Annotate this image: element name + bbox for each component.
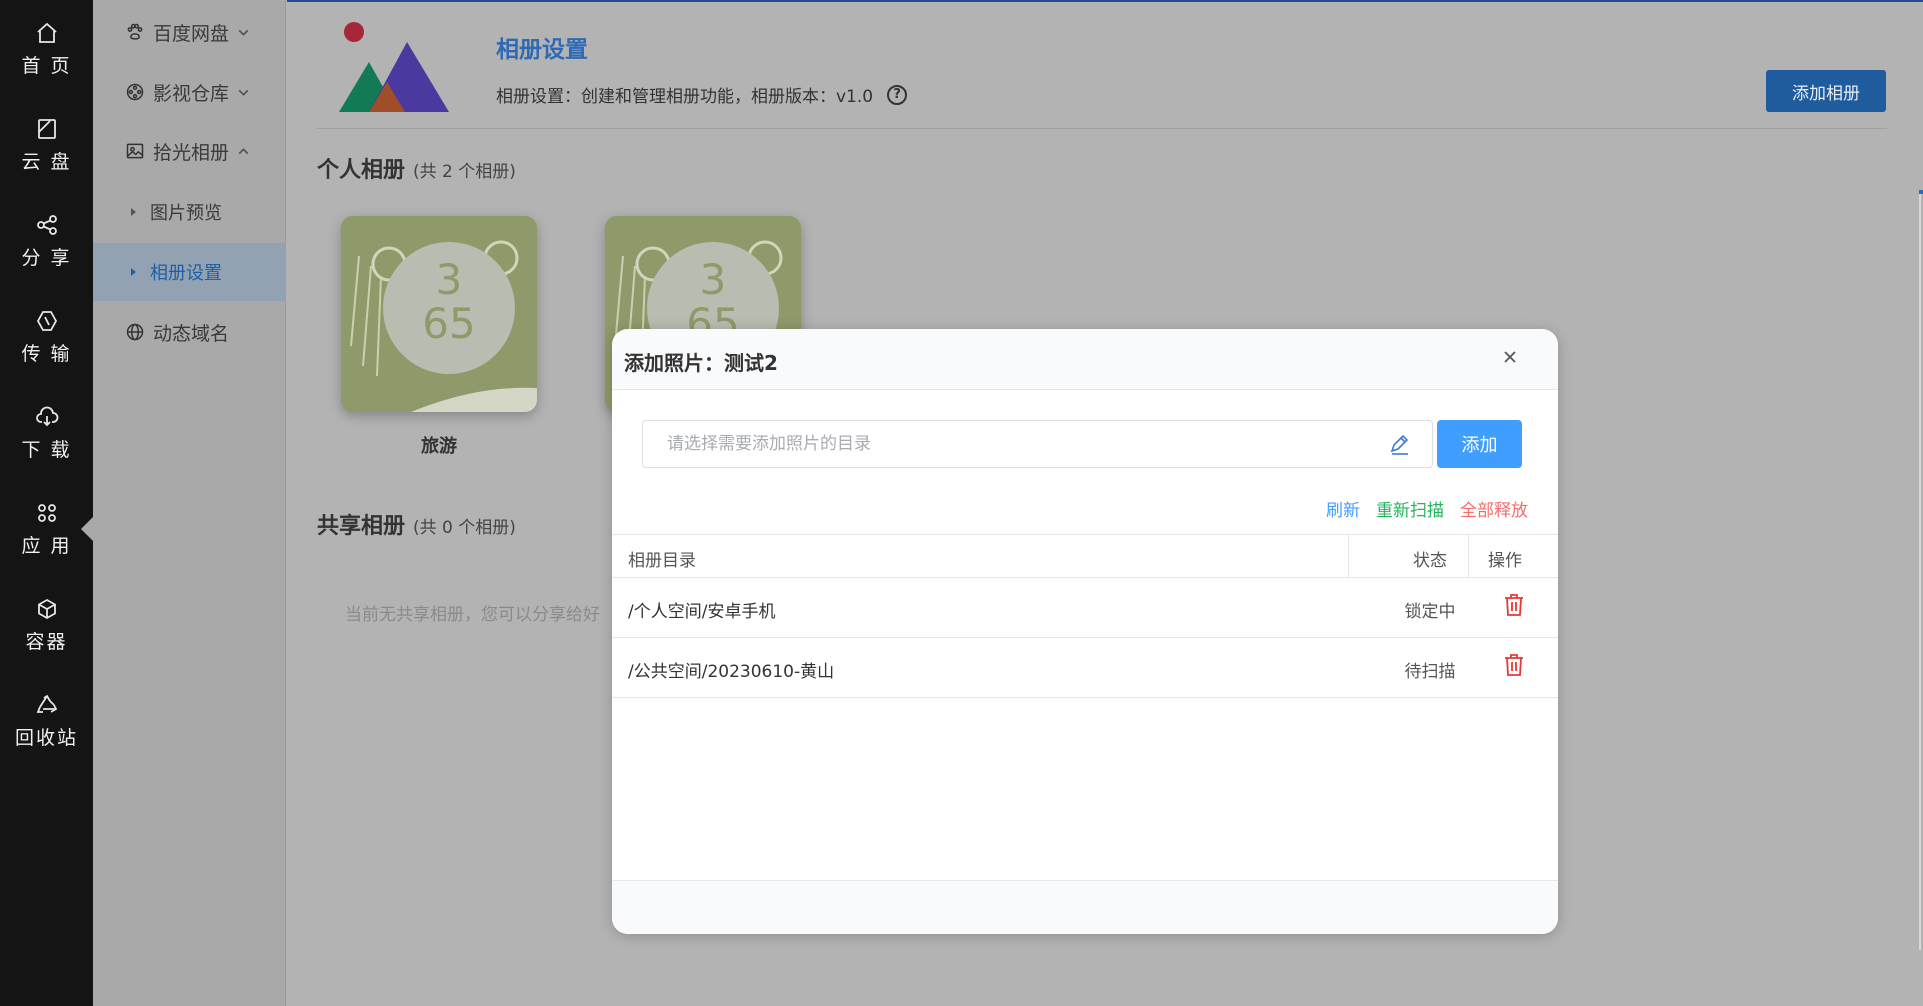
app-window: 首 页 云 盘 分 享 传 输 下 载 应 用 容器 回收站 百度网盘 影视仓库… xyxy=(0,0,1923,1006)
release-all-link[interactable]: 全部释放 xyxy=(1460,496,1528,521)
rescan-link[interactable]: 重新扫描 xyxy=(1376,496,1444,521)
sidebar-item-label: 拾光相册 xyxy=(153,141,230,164)
rail-label: 云 盘 xyxy=(21,150,72,173)
rail-label: 应 用 xyxy=(21,534,72,557)
chevron-down-icon xyxy=(237,25,251,39)
share-icon xyxy=(35,213,59,237)
add-photos-dialog: 添加照片：测试2 添加 刷新 重新扫描 全部释放 相册目录 状态 操作 /个人空… xyxy=(612,329,1558,934)
chevron-down-icon xyxy=(237,85,251,99)
directory-input[interactable] xyxy=(642,420,1433,468)
home-icon xyxy=(35,21,59,45)
row-divider xyxy=(612,637,1558,638)
film-reel-icon xyxy=(125,81,147,103)
top-accent-line xyxy=(287,0,1923,2)
column-header-op: 操作 xyxy=(1488,551,1522,571)
caret-right-icon xyxy=(131,268,136,276)
scrollbar[interactable] xyxy=(1919,190,1923,950)
row-divider xyxy=(612,697,1558,698)
cloud-disk-icon xyxy=(35,117,59,141)
table-border xyxy=(612,534,1558,535)
svg-text:3: 3 xyxy=(436,255,463,304)
table-cell-status: 待扫描 xyxy=(1404,662,1456,682)
svg-text:65: 65 xyxy=(422,299,475,348)
sidebar-item-video[interactable]: 影视仓库 xyxy=(93,63,286,121)
dialog-footer xyxy=(612,880,1558,934)
sidebar-item-label: 动态域名 xyxy=(153,322,230,345)
rail-item-share[interactable]: 分 享 xyxy=(0,196,93,286)
rail-item-container[interactable]: 容器 xyxy=(0,580,93,670)
table-cell-status: 锁定中 xyxy=(1404,602,1456,622)
sidebar-item-album[interactable]: 拾光相册 xyxy=(93,122,286,180)
section-title-text: 个人相册 xyxy=(317,158,406,183)
rail-item-apps[interactable]: 应 用 xyxy=(0,484,93,574)
column-divider xyxy=(1348,535,1349,577)
album-card-travel[interactable]: 3 65 xyxy=(341,216,537,412)
rail-item-transfer[interactable]: 传 输 xyxy=(0,292,93,382)
rail-label: 下 载 xyxy=(21,438,72,461)
personal-albums-heading: 个人相册 (共 2 个相册) xyxy=(317,152,516,184)
help-icon[interactable]: ? xyxy=(887,84,908,105)
column-divider xyxy=(1468,535,1469,577)
table-cell-dir: /个人空间/安卓手机 xyxy=(628,602,776,622)
sidebar-item-image-preview[interactable]: 图片预览 xyxy=(93,183,286,241)
delete-icon[interactable] xyxy=(1503,593,1525,617)
rail-item-home[interactable]: 首 页 xyxy=(0,4,93,94)
picture-icon xyxy=(125,140,147,162)
section-count: (共 2 个相册) xyxy=(413,162,516,182)
row-divider xyxy=(612,577,1558,578)
close-icon[interactable] xyxy=(1502,349,1522,369)
column-header-dir: 相册目录 xyxy=(628,551,696,571)
add-directory-button[interactable]: 添加 xyxy=(1437,420,1522,468)
edit-pencil-icon[interactable] xyxy=(1386,431,1412,457)
rail-item-recycle[interactable]: 回收站 xyxy=(0,676,93,766)
table-actions: 刷新 重新扫描 全部释放 xyxy=(1326,496,1528,521)
caret-right-icon xyxy=(131,208,136,216)
shared-albums-heading: 共享相册 (共 0 个相册) xyxy=(317,508,516,540)
page-title: 相册设置 xyxy=(496,37,588,63)
sidebar-item-ddns[interactable]: 动态域名 xyxy=(93,303,286,361)
add-album-button[interactable]: 添加相册 xyxy=(1766,70,1886,112)
sidebar-item-label: 百度网盘 xyxy=(153,22,230,45)
album-cover-image: 3 65 xyxy=(341,216,537,412)
container-icon xyxy=(35,597,59,621)
column-header-status: 状态 xyxy=(1413,551,1447,571)
section-count: (共 0 个相册) xyxy=(413,518,516,538)
rail-item-cloud[interactable]: 云 盘 xyxy=(0,100,93,190)
svg-text:3: 3 xyxy=(700,255,727,304)
chevron-up-icon xyxy=(237,144,251,158)
rail-label: 回收站 xyxy=(14,726,78,749)
globe-icon xyxy=(125,321,147,343)
rail-label: 分 享 xyxy=(21,246,72,269)
main-nav-rail: 首 页 云 盘 分 享 传 输 下 载 应 用 容器 回收站 xyxy=(0,0,94,1006)
table-cell-dir: /公共空间/20230610-黄山 xyxy=(628,662,835,682)
rail-label: 首 页 xyxy=(21,54,72,77)
sidebar-item-label: 相册设置 xyxy=(150,263,222,284)
dialog-title: 添加照片：测试2 xyxy=(624,351,778,375)
rail-label: 传 输 xyxy=(21,342,72,365)
shared-empty-message: 当前无共享相册，您可以分享给好 xyxy=(345,605,600,625)
recycle-icon xyxy=(35,693,59,717)
divider xyxy=(317,128,1887,129)
sidebar-item-label: 图片预览 xyxy=(150,203,222,224)
album-logo xyxy=(339,22,449,112)
paw-icon xyxy=(125,21,147,43)
album-name: 旅游 xyxy=(421,436,457,457)
dialog-header: 添加照片：测试2 xyxy=(612,329,1558,390)
page-description: 相册设置：创建和管理相册功能，相册版本：v1.0 ? xyxy=(496,82,908,107)
refresh-link[interactable]: 刷新 xyxy=(1326,496,1360,521)
download-icon xyxy=(35,405,59,429)
rail-item-download[interactable]: 下 载 xyxy=(0,388,93,478)
app-sidebar: 百度网盘 影视仓库 拾光相册 图片预览 相册设置 动态域名 xyxy=(93,0,286,1006)
section-title-text: 共享相册 xyxy=(317,514,406,539)
rail-label: 容器 xyxy=(25,630,68,653)
delete-icon[interactable] xyxy=(1503,653,1525,677)
sidebar-item-baidu[interactable]: 百度网盘 xyxy=(93,3,286,61)
apps-icon xyxy=(35,501,59,525)
page-description-text: 相册设置：创建和管理相册功能，相册版本：v1.0 xyxy=(496,87,874,107)
sidebar-item-album-settings[interactable]: 相册设置 xyxy=(93,243,286,301)
sidebar-item-label: 影视仓库 xyxy=(153,82,230,105)
transfer-icon xyxy=(35,309,59,333)
